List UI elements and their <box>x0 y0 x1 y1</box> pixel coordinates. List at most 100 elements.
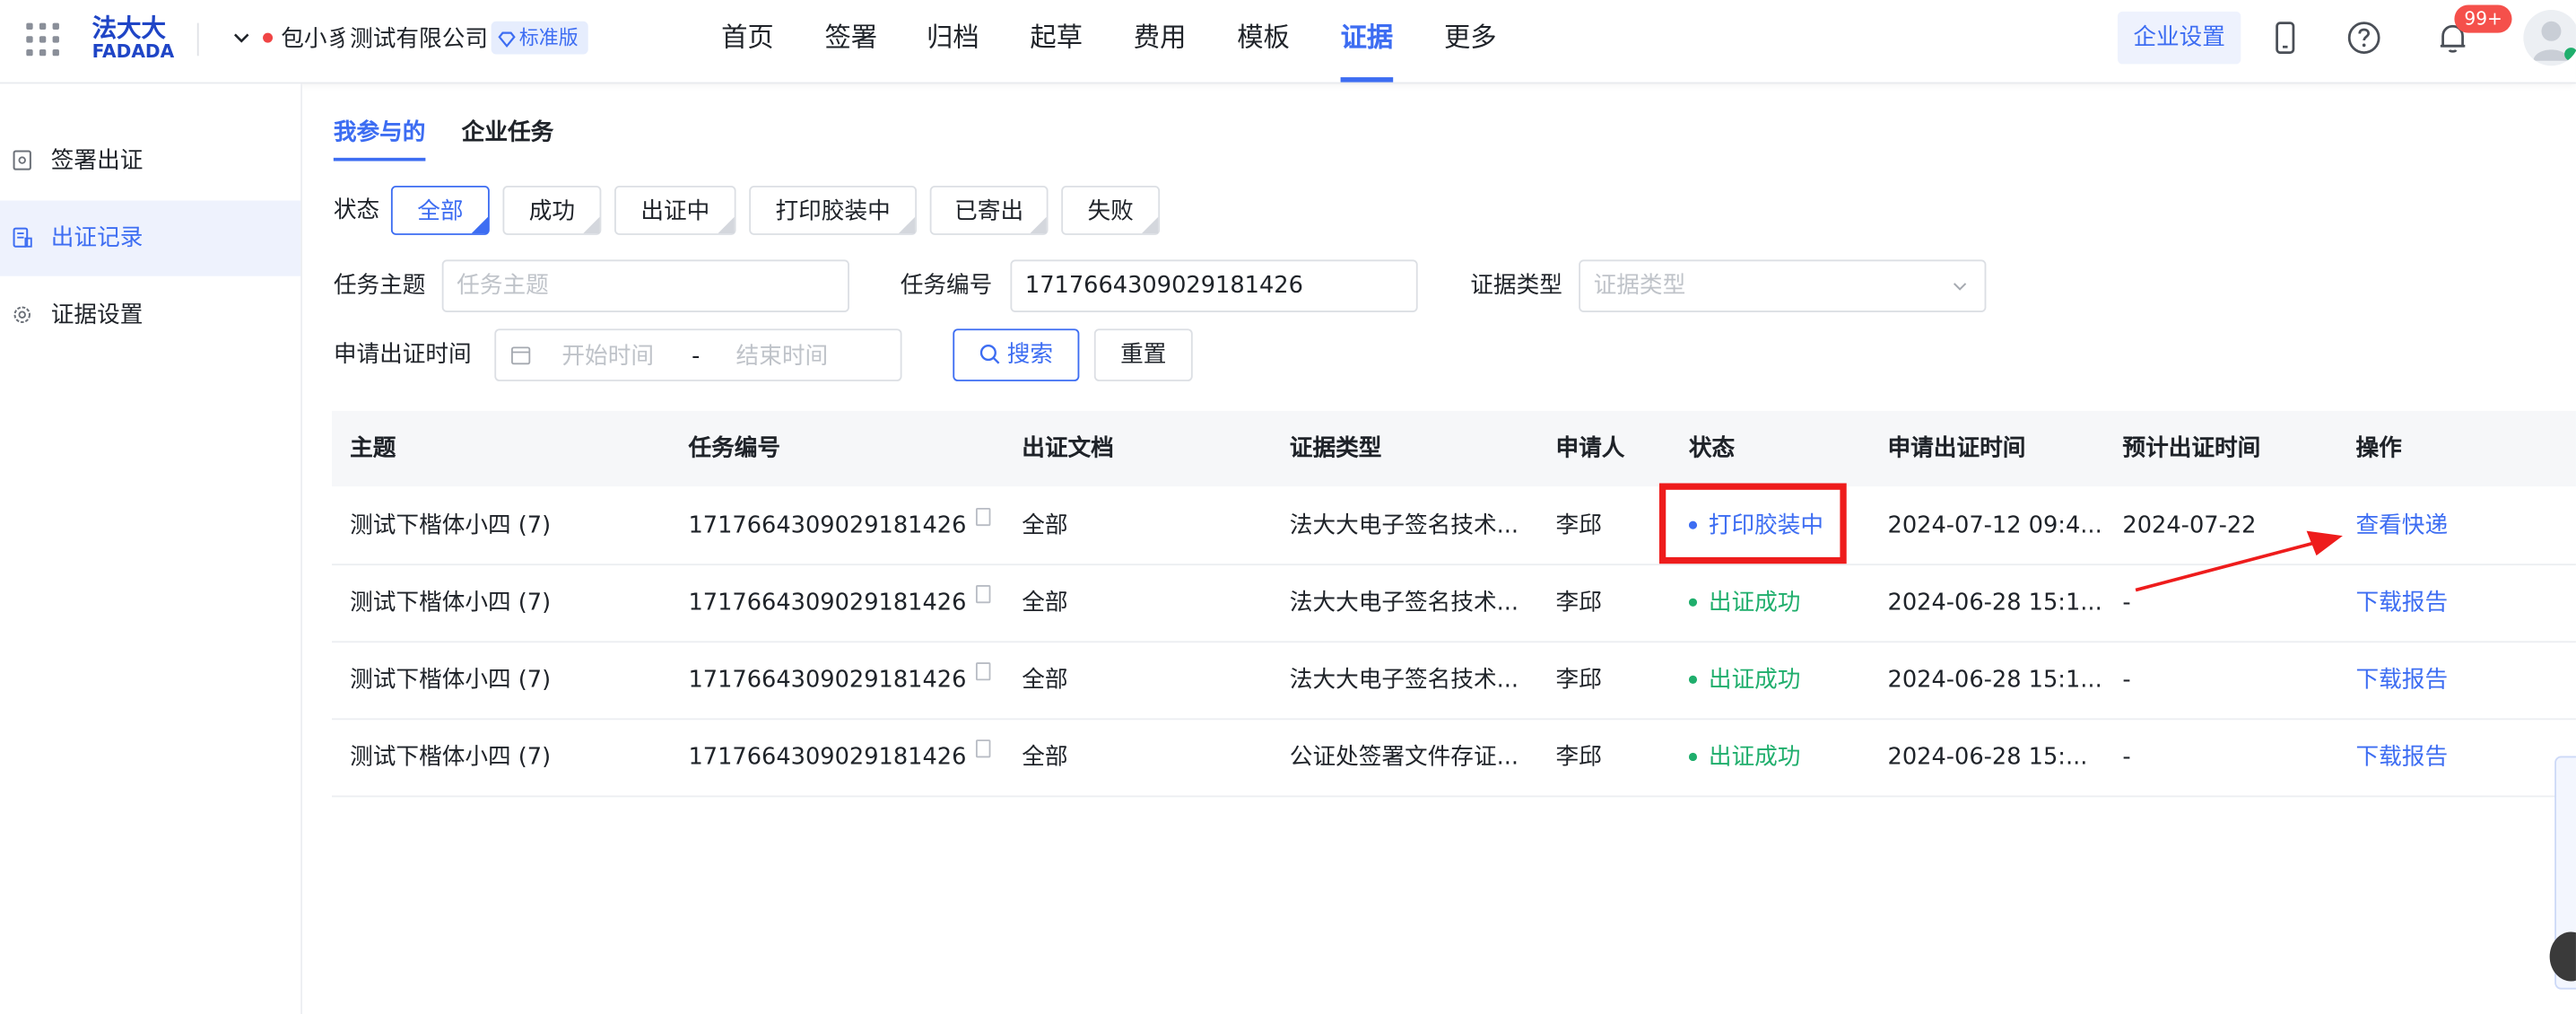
org-switcher[interactable]: 包小豸测试有限公司 <box>281 23 488 57</box>
sidebar-item-evidence-records[interactable]: 出证记录 <box>0 200 301 276</box>
cell-document: 全部 <box>1022 512 1068 539</box>
cell-status: 出证成功 <box>1688 565 1801 641</box>
status-chip-in-progress[interactable]: 出证中 <box>614 185 736 235</box>
nav-archive[interactable]: 归档 <box>927 0 979 83</box>
cell-task-no: 1717664309029181426 <box>688 565 991 641</box>
sidebar-item-evidence-settings[interactable]: 证据设置 <box>0 278 300 354</box>
notification-badge: 99+ <box>2454 4 2512 33</box>
avatar-icon <box>2533 21 2576 61</box>
status-filter-label: 状态 <box>333 197 380 224</box>
start-time-input[interactable]: 开始时间 <box>561 340 654 373</box>
nav-home[interactable]: 首页 <box>721 0 774 83</box>
cell-evidence-type: 法大大电子签名技术... <box>1289 667 1519 694</box>
nav-draft[interactable]: 起草 <box>1030 0 1083 83</box>
edition-badge: 标准版 <box>491 21 588 55</box>
copy-icon[interactable] <box>976 507 991 527</box>
search-button[interactable]: 搜索 <box>953 328 1080 381</box>
status-chip-printing[interactable]: 打印胶装中 <box>749 185 918 235</box>
reset-button[interactable]: 重置 <box>1093 328 1193 381</box>
nav-billing[interactable]: 费用 <box>1134 0 1187 83</box>
cell-document: 全部 <box>1022 667 1068 694</box>
evidence-type-select[interactable]: 证据类型 <box>1579 259 1987 313</box>
end-time-input[interactable]: 结束时间 <box>736 340 829 373</box>
document-seal-icon <box>13 150 31 170</box>
nav-sign[interactable]: 签署 <box>824 0 877 83</box>
nav-evidence[interactable]: 证据 <box>1340 0 1394 83</box>
col-applicant: 申请人 <box>1555 435 1625 462</box>
cell-evidence-type: 法大大电子签名技术... <box>1289 590 1519 616</box>
status-chip-failed[interactable]: 失败 <box>1061 185 1161 235</box>
logo-text-en: FADADA <box>91 40 175 63</box>
evidence-type-label: 证据类型 <box>1470 273 1562 300</box>
sidebar-item-sign-evidence[interactable]: 签署出证 <box>0 123 300 198</box>
subject-input[interactable]: 任务主题 <box>441 259 849 313</box>
col-task-no: 任务编号 <box>688 435 781 462</box>
red-arrow-icon <box>2135 530 2343 592</box>
nav-templates[interactable]: 模板 <box>1237 0 1290 83</box>
cell-subject: 测试下楷体小四 (7) <box>350 667 552 694</box>
status-chip-shipped[interactable]: 已寄出 <box>929 185 1049 235</box>
fadada-logo[interactable]: 法大大 FADADA <box>92 13 175 63</box>
copy-icon[interactable] <box>976 662 991 681</box>
apply-time-range-picker[interactable]: 开始时间 - 结束时间 <box>494 328 902 381</box>
tab-participated[interactable]: 我参与的 <box>333 115 426 162</box>
task-no-input[interactable]: 1717664309029181426 <box>1010 259 1418 313</box>
sidebar-item-label: 出证记录 <box>50 224 144 252</box>
sidebar-item-label: 证据设置 <box>50 302 144 329</box>
tab-enterprise-tasks[interactable]: 企业任务 <box>462 115 554 151</box>
org-status-dot <box>263 32 274 43</box>
support-avatar[interactable] <box>2549 931 2576 982</box>
chevron-down-icon <box>1953 283 1967 291</box>
status-chip-all[interactable]: 全部 <box>390 185 490 235</box>
col-expected-time: 预计出证时间 <box>2122 435 2261 462</box>
cell-status: 出证成功 <box>1688 642 1800 718</box>
chevron-down-icon[interactable] <box>230 26 253 49</box>
task-no-label: 任务编号 <box>900 273 993 300</box>
task-no-text: 1717664309029181426 <box>688 512 967 539</box>
copy-icon[interactable] <box>976 739 991 758</box>
download-report-link[interactable]: 下载报告 <box>2356 642 2449 718</box>
cell-subject: 测试下楷体小四 (7) <box>350 512 552 539</box>
download-report-link[interactable]: 下载报告 <box>2356 565 2449 641</box>
search-icon <box>979 344 1000 364</box>
enterprise-settings-button[interactable]: 企业设置 <box>2117 11 2241 65</box>
col-status: 状态 <box>1688 435 1736 462</box>
cell-evidence-type: 法大大电子签名技术... <box>1289 512 1519 539</box>
col-subject: 主题 <box>350 435 396 462</box>
col-document: 出证文档 <box>1022 435 1114 462</box>
task-no-text: 1717664309029181426 <box>688 590 967 616</box>
nav-more[interactable]: 更多 <box>1444 0 1497 83</box>
status-chip-success[interactable]: 成功 <box>502 185 602 235</box>
apply-time-label: 申请出证时间 <box>333 341 472 369</box>
calendar-icon <box>510 346 531 365</box>
logo-text-cn: 法大大 <box>91 13 167 43</box>
app-grid-icon[interactable] <box>26 22 59 57</box>
cell-apply-time: 2024-06-28 15:1... <box>1887 590 2102 616</box>
search-button-label: 搜索 <box>1006 341 1054 369</box>
subject-label: 任务主题 <box>333 273 426 300</box>
gear-icon <box>13 306 30 324</box>
download-report-link[interactable]: 下载报告 <box>2356 720 2449 795</box>
col-actions: 操作 <box>2355 435 2402 462</box>
status-dot <box>1688 675 1698 684</box>
help-icon[interactable] <box>2346 20 2382 56</box>
cell-subject: 测试下楷体小四 (7) <box>350 590 552 616</box>
mobile-phone-icon[interactable] <box>2267 20 2303 56</box>
status-badge: 出证成功 <box>1708 590 1801 616</box>
cell-task-no: 1717664309029181426 <box>688 642 991 718</box>
copy-icon[interactable] <box>976 585 991 604</box>
app-page: 法大大 FADADA 包小豸测试有限公司 标准版 首页 签署 归档 起草 费用 … <box>0 0 2576 1014</box>
user-avatar[interactable] <box>2523 9 2576 66</box>
edition-label: 标准版 <box>518 26 579 49</box>
status-dot <box>1688 598 1698 607</box>
cell-expected-time: - <box>2122 744 2131 772</box>
diamond-icon <box>498 31 516 48</box>
status-dot <box>1688 752 1698 762</box>
cell-apply-time: 2024-06-28 15:... <box>1887 744 2088 772</box>
cell-applicant: 李邱 <box>1555 744 1602 772</box>
cell-applicant: 李邱 <box>1555 512 1602 539</box>
sidebar-item-label: 签署出证 <box>50 147 144 175</box>
view-shipping-link[interactable]: 查看快递 <box>2356 488 2449 564</box>
cell-subject: 测试下楷体小四 (7) <box>350 744 552 772</box>
table-header: 主题 任务编号 出证文档 证据类型 申请人 状态 申请出证时间 预计出证时间 操… <box>331 410 2576 487</box>
